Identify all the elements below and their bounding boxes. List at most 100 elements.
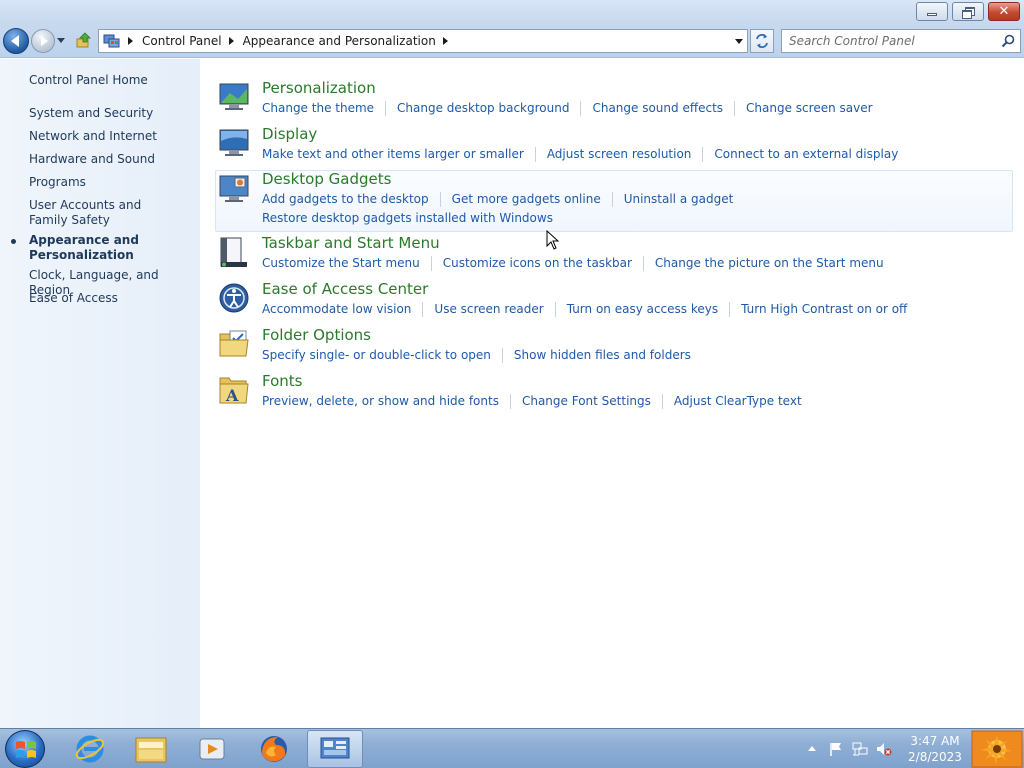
desktop-gadgets-icon xyxy=(219,175,249,202)
restore-button[interactable] xyxy=(952,2,984,21)
show-hidden-icons-arrow-icon[interactable] xyxy=(806,743,818,755)
close-button[interactable]: ✕ xyxy=(988,2,1020,21)
breadcrumb-separator-icon[interactable] xyxy=(128,37,133,45)
sidebar-item-programs[interactable]: Programs xyxy=(29,175,194,190)
active-item-bullet-icon xyxy=(11,239,16,244)
category-display: Display Make text and other items larger… xyxy=(215,125,1013,165)
link-restore-gadgets[interactable]: Restore desktop gadgets installed with W… xyxy=(262,211,553,226)
address-dropdown-icon[interactable] xyxy=(735,39,743,44)
link-uninstall-gadget[interactable]: Uninstall a gadget xyxy=(611,192,733,207)
firefox-icon xyxy=(261,736,287,762)
sidebar-item-hardware-sound[interactable]: Hardware and Sound xyxy=(29,152,194,167)
window-titlebar: ✕ xyxy=(0,0,1024,24)
category-title-folder-options[interactable]: Folder Options xyxy=(262,326,371,344)
link-add-gadgets[interactable]: Add gadgets to the desktop xyxy=(262,192,429,207)
clock-time[interactable]: 3:47 AM xyxy=(904,734,966,748)
link-make-text-larger[interactable]: Make text and other items larger or smal… xyxy=(262,147,524,162)
sidebar-item-system-security[interactable]: System and Security xyxy=(29,106,194,121)
clock-date[interactable]: 2/8/2023 xyxy=(904,750,966,764)
taskbar-internet-explorer[interactable] xyxy=(62,730,118,768)
search-box[interactable] xyxy=(781,29,1021,53)
network-icon[interactable] xyxy=(852,741,868,757)
sidebar-item-network-internet[interactable]: Network and Internet xyxy=(29,129,194,144)
folder-options-icon xyxy=(219,330,249,357)
taskbar-control-panel[interactable] xyxy=(307,730,363,768)
category-links: Preview, delete, or show and hide fonts … xyxy=(262,394,982,409)
category-taskbar: Taskbar and Start Menu Customize the Sta… xyxy=(215,234,1013,274)
link-get-more-gadgets[interactable]: Get more gadgets online xyxy=(439,192,601,207)
breadcrumb-separator-icon[interactable] xyxy=(442,37,448,45)
start-button[interactable] xyxy=(5,730,45,768)
link-use-screen-reader[interactable]: Use screen reader xyxy=(422,302,544,317)
link-adjust-screen-resolution[interactable]: Adjust screen resolution xyxy=(534,147,691,162)
sidebar-item-ease-of-access[interactable]: Ease of Access xyxy=(29,291,194,306)
link-connect-external-display[interactable]: Connect to an external display xyxy=(702,147,898,162)
category-title-ease-of-access[interactable]: Ease of Access Center xyxy=(262,280,428,298)
navigation-bar: Control Panel Appearance and Personaliza… xyxy=(0,24,1024,58)
category-title-desktop-gadgets[interactable]: Desktop Gadgets xyxy=(262,170,391,188)
link-customize-start-menu[interactable]: Customize the Start menu xyxy=(262,256,420,271)
search-icon[interactable] xyxy=(1001,34,1015,48)
refresh-icon xyxy=(756,34,768,48)
link-change-desktop-background[interactable]: Change desktop background xyxy=(385,101,569,116)
minimize-button[interactable] xyxy=(916,2,948,21)
link-single-double-click[interactable]: Specify single- or double-click to open xyxy=(262,348,491,363)
up-level-icon[interactable] xyxy=(76,32,92,48)
link-change-start-picture[interactable]: Change the picture on the Start menu xyxy=(642,256,884,271)
link-change-screen-saver[interactable]: Change screen saver xyxy=(734,101,873,116)
category-title-display[interactable]: Display xyxy=(262,125,317,143)
link-adjust-cleartype[interactable]: Adjust ClearType text xyxy=(661,394,802,409)
breadcrumb-separator-icon[interactable] xyxy=(228,37,234,45)
link-change-theme[interactable]: Change the theme xyxy=(262,101,374,116)
refresh-button[interactable] xyxy=(750,29,774,53)
category-title-taskbar[interactable]: Taskbar and Start Menu xyxy=(262,234,440,252)
category-links: Accommodate low vision Use screen reader… xyxy=(262,302,982,317)
action-center-flag-icon[interactable] xyxy=(828,741,844,757)
svg-text:A: A xyxy=(225,386,239,405)
taskbar-icon xyxy=(220,237,247,267)
ease-of-access-icon xyxy=(219,283,249,313)
link-accommodate-low-vision[interactable]: Accommodate low vision xyxy=(262,302,411,317)
breadcrumb-appearance[interactable]: Appearance and Personalization xyxy=(243,34,436,48)
sidebar-home-link[interactable]: Control Panel Home xyxy=(29,73,194,88)
taskbar-file-explorer[interactable] xyxy=(123,730,179,768)
address-bar[interactable]: Control Panel Appearance and Personaliza… xyxy=(98,29,748,53)
taskbar-media-player[interactable] xyxy=(184,730,240,768)
back-arrow-icon xyxy=(11,35,19,47)
forward-button[interactable] xyxy=(31,29,55,53)
category-ease-of-access: Ease of Access Center Accommodate low vi… xyxy=(215,280,1013,320)
taskbar: 3:47 AM 2/8/2023 xyxy=(0,728,1024,768)
link-preview-fonts[interactable]: Preview, delete, or show and hide fonts xyxy=(262,394,499,409)
sidebar-item-user-accounts[interactable]: User Accounts and Family Safety xyxy=(29,198,179,228)
internet-explorer-icon xyxy=(75,735,105,763)
category-folder-options: Folder Options Specify single- or double… xyxy=(215,326,1013,366)
show-desktop-thumbnail-icon[interactable] xyxy=(970,729,1024,768)
link-customize-taskbar-icons[interactable]: Customize icons on the taskbar xyxy=(430,256,632,271)
category-links: Make text and other items larger or smal… xyxy=(262,147,982,162)
link-change-font-settings[interactable]: Change Font Settings xyxy=(509,394,651,409)
display-icon xyxy=(219,129,249,156)
main-content: Personalization Change the theme Change … xyxy=(200,59,1024,728)
link-show-hidden-files[interactable]: Show hidden files and folders xyxy=(501,348,691,363)
link-easy-access-keys[interactable]: Turn on easy access keys xyxy=(554,302,718,317)
recent-pages-dropdown-icon[interactable] xyxy=(57,38,65,43)
mouse-cursor-icon xyxy=(546,230,560,250)
taskbar-firefox[interactable] xyxy=(246,730,302,768)
sidebar: Control Panel Home System and Security N… xyxy=(0,59,200,728)
control-panel-icon xyxy=(103,34,120,48)
search-input[interactable] xyxy=(782,34,992,48)
category-links: Specify single- or double-click to open … xyxy=(262,348,982,363)
control-panel-icon xyxy=(320,737,350,759)
forward-arrow-icon xyxy=(40,36,48,46)
link-change-sound-effects[interactable]: Change sound effects xyxy=(580,101,723,116)
category-title-personalization[interactable]: Personalization xyxy=(262,79,376,97)
link-high-contrast[interactable]: Turn High Contrast on or off xyxy=(729,302,907,317)
sidebar-item-appearance: Appearance and Personalization xyxy=(29,233,139,262)
category-fonts: A Fonts Preview, delete, or show and hid… xyxy=(215,372,1013,412)
back-button[interactable] xyxy=(3,28,29,54)
category-title-fonts[interactable]: Fonts xyxy=(262,372,302,390)
category-links: Add gadgets to the desktop Get more gadg… xyxy=(262,192,982,226)
fonts-icon: A xyxy=(219,377,249,405)
breadcrumb-control-panel[interactable]: Control Panel xyxy=(142,34,222,48)
volume-muted-icon[interactable] xyxy=(876,741,892,757)
